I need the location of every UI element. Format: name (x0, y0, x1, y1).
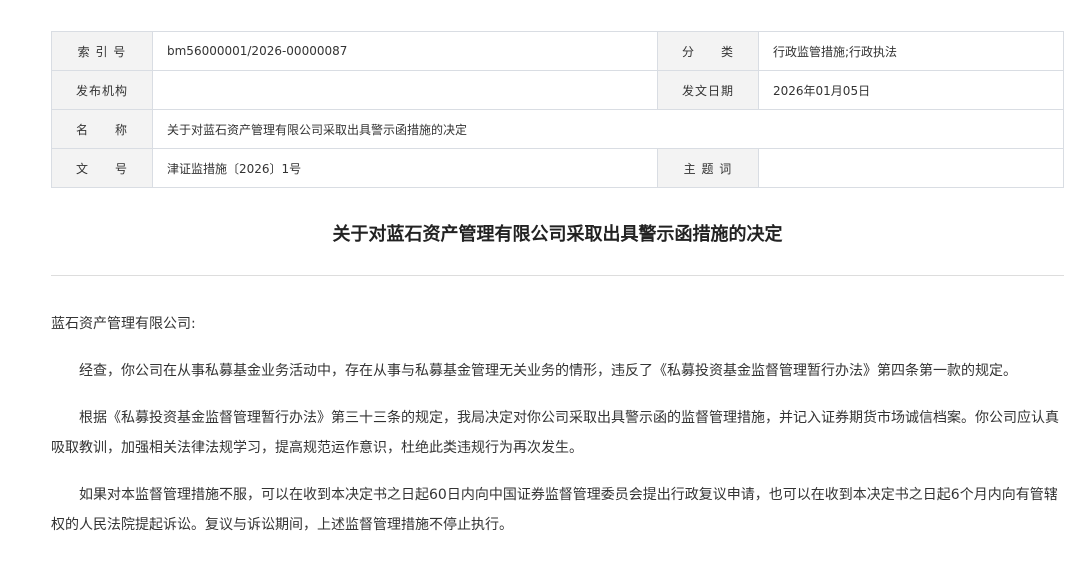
paragraph: 经查，你公司在从事私募基金业务活动中，存在从事与私募基金管理无关业务的情形，违反… (79, 363, 1017, 379)
name-value: 关于对蓝石资产管理有限公司采取出具警示函措施的决定 (152, 109, 1064, 149)
doc-number-label: 文 号 (51, 148, 153, 188)
index-value: bm56000001/2026-00000087 (152, 31, 658, 71)
table-row: 索 引 号 bm56000001/2026-00000087 分 类 行政监管措… (51, 31, 1064, 71)
table-row: 名 称 关于对蓝石资产管理有限公司采取出具警示函措施的决定 (51, 109, 1064, 149)
date-label: 发文日期 (657, 70, 759, 110)
category-value: 行政监管措施;行政执法 (758, 31, 1064, 71)
divider (51, 275, 1064, 276)
category-label: 分 类 (657, 31, 759, 71)
doc-number-value: 津证监措施〔2026〕1号 (152, 148, 658, 188)
keywords-label: 主 题 词 (657, 148, 759, 188)
table-row: 文 号 津证监措施〔2026〕1号 主 题 词 (51, 148, 1064, 188)
paragraph: 如果对本监督管理措施不服，可以在收到本决定书之日起60日内向中国证券监督管理委员… (51, 487, 1058, 533)
issuer-label: 发布机构 (51, 70, 153, 110)
name-label: 名 称 (51, 109, 153, 149)
issuer-value (152, 70, 658, 110)
date-value: 2026年01月05日 (758, 70, 1064, 110)
keywords-value (758, 148, 1064, 188)
metadata-table: 索 引 号 bm56000001/2026-00000087 分 类 行政监管措… (51, 31, 1064, 188)
document-title: 关于对蓝石资产管理有限公司采取出具警示函措施的决定 (332, 224, 783, 245)
document-body: 蓝石资产管理有限公司: 经查，你公司在从事私募基金业务活动中，存在从事与私募基金… (51, 309, 1061, 557)
table-row: 发布机构 发文日期 2026年01月05日 (51, 70, 1064, 110)
salutation: 蓝石资产管理有限公司: (51, 316, 196, 332)
index-label: 索 引 号 (51, 31, 153, 71)
paragraph: 根据《私募投资基金监督管理暂行办法》第三十三条的规定，我局决定对你公司采取出具警… (51, 410, 1059, 456)
